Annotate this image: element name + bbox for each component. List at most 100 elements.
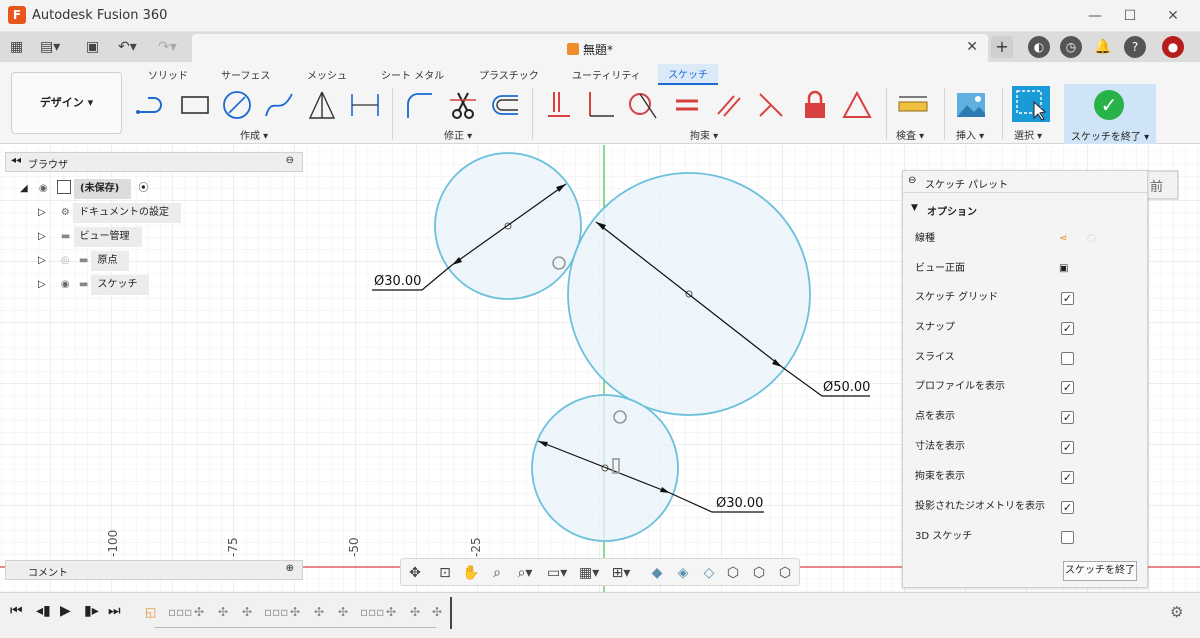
expand-arrow-icon[interactable]: ▷ [38,255,46,266]
browser-panel-header[interactable]: ◂◂ ブラウザ ⊖ [5,152,303,172]
timeline-feature-icon[interactable]: ✣ [314,605,324,619]
timeline-feature-icon[interactable]: ✣ [242,605,252,619]
visible-edges-cube-icon[interactable]: ⬡ [749,563,769,583]
options-expand-icon[interactable]: ▼ [911,203,918,213]
show-projected-checkbox[interactable]: ✓ [1061,501,1074,514]
redo-icon[interactable]: ↷▾ [158,37,177,57]
tangent-constraint-icon[interactable] [626,88,660,122]
collapse-palette-icon[interactable]: ⊖ [908,175,916,186]
zoom-icon[interactable]: ⌕ [487,563,507,583]
viewcube-face-label[interactable]: 前 [1150,179,1163,195]
notifications-icon[interactable]: 🔔 [1092,36,1114,58]
tree-item-origin[interactable]: ▷ ◎ ▬ 原点 [38,251,130,271]
tree-item-named-views[interactable]: ▷ ▬ ビュー管理 [38,227,142,247]
timeline-feature-icon[interactable]: ✣ [410,605,420,619]
show-constraints-checkbox[interactable]: ✓ [1061,471,1074,484]
timeline-feature-icon[interactable]: ✣ [290,605,300,619]
help-icon[interactable]: ? [1124,36,1146,58]
spline-tool-icon[interactable] [262,88,296,122]
user-avatar[interactable]: ● [1162,36,1184,58]
visibility-eye-icon[interactable]: ◉ [61,279,70,290]
centerline-icon[interactable]: ◌ [1087,229,1096,249]
rectangle-tool-icon[interactable] [178,88,212,122]
dimension-label-top[interactable]: Ø30.00 [374,274,421,289]
expand-arrow-icon[interactable]: ◢ [20,183,28,194]
line-tool-icon[interactable] [134,88,168,122]
show-points-checkbox[interactable]: ✓ [1061,411,1074,424]
timeline-marker[interactable] [450,597,452,629]
show-profile-checkbox[interactable]: ✓ [1061,381,1074,394]
sketch-grid-checkbox[interactable]: ✓ [1061,292,1074,305]
shaded-cube-icon[interactable]: ◆ [647,563,667,583]
pan-hand-icon[interactable]: ✋ [461,563,481,583]
dimension-label-large[interactable]: Ø50.00 [823,380,870,395]
insert-image-icon[interactable] [954,88,988,122]
file-menu-icon[interactable]: ▤▾ [40,37,60,57]
construction-line-icon[interactable]: ⋖ [1059,229,1067,249]
close-window-button[interactable]: ✕ [1158,4,1188,28]
create-group-label[interactable]: 作成 ▾ [240,127,268,142]
timeline-feature-icon[interactable]: ▫▫▫ [264,605,288,619]
select-tool-icon[interactable] [1012,86,1050,122]
tab-solid[interactable]: ソリッド [148,67,188,82]
viewports-icon[interactable]: ⊞▾ [611,563,631,583]
finish-sketch-button[interactable]: ✓ スケッチを終了 ▾ [1064,84,1156,144]
fit-zoom-icon[interactable]: ⌕▾ [515,563,535,583]
apps-grid-icon[interactable]: ▦ [10,37,23,57]
fix-lock-icon[interactable] [798,88,832,122]
timeline-feature-icon[interactable]: ✣ [218,605,228,619]
dimension-label-bottom[interactable]: Ø30.00 [716,496,763,511]
timeline-feature-icon[interactable]: ✣ [194,605,204,619]
timeline-feature-icon[interactable]: ✣ [432,605,442,619]
close-tab-icon[interactable]: ✕ [966,39,978,55]
modify-group-label[interactable]: 修正 ▾ [444,127,472,142]
tab-sketch[interactable]: スケッチ [658,64,718,85]
select-group-label[interactable]: 選択 ▾ [1014,127,1042,142]
fillet-tool-icon[interactable] [402,88,436,122]
sketch-palette-header[interactable]: ⊖ スケッチ パレット [903,171,1147,193]
job-status-icon[interactable]: ◷ [1060,36,1082,58]
tab-plastic[interactable]: プラスチック [479,67,539,82]
undo-icon[interactable]: ↶▾ [118,37,137,57]
3d-sketch-checkbox[interactable] [1061,531,1074,544]
offset-tool-icon[interactable] [488,88,522,122]
tab-surface[interactable]: サーフェス [221,67,270,82]
minimize-panel-icon[interactable]: ⊖ [286,155,294,166]
look-at-icon[interactable]: ▣ [1059,259,1068,279]
timeline-feature-icon[interactable]: ▫▫▫ [360,605,384,619]
visibility-eye-icon[interactable]: ◉ [39,183,48,194]
hidden-eye-icon[interactable]: ◎ [61,255,70,266]
timeline-feature-icon[interactable]: ✣ [386,605,396,619]
maximize-button[interactable]: ☐ [1115,4,1145,28]
shaded-edges-cube-icon[interactable]: ◈ [673,563,693,583]
options-section-header[interactable]: オプション [927,203,977,218]
workspace-switcher[interactable]: デザイン ▾ [11,72,122,134]
tree-item-sketches[interactable]: ▷ ◉ ▬ スケッチ [38,275,150,295]
triangle-constraint-icon[interactable] [840,88,874,122]
tab-mesh[interactable]: メッシュ [307,67,347,82]
show-dimensions-checkbox[interactable]: ✓ [1061,441,1074,454]
save-icon[interactable]: ▣ [86,37,99,57]
expand-arrow-icon[interactable]: ▷ [38,279,46,290]
extensions-icon[interactable]: ◐ [1028,36,1050,58]
palette-finish-sketch-button[interactable]: スケッチを終了 [1063,561,1137,581]
perpendicular-constraint-icon[interactable] [584,88,618,122]
expand-arrow-icon[interactable]: ▷ [38,231,46,242]
symmetry-constraint-icon[interactable] [754,88,788,122]
step-back-icon[interactable]: ◂▮ [36,603,51,619]
skip-end-icon[interactable]: ⏭ [108,603,121,619]
skip-start-icon[interactable]: ⏮ [10,603,23,619]
minimize-button[interactable]: — [1080,4,1110,28]
activate-radio-icon[interactable]: ⦿ [138,183,148,194]
expand-arrow-icon[interactable]: ▷ [38,207,46,218]
orbit-icon[interactable]: ✥ [405,563,425,583]
look-at-icon[interactable]: ⊡ [435,563,455,583]
tab-sheet-metal[interactable]: シート メタル [381,67,444,82]
constraints-group-label[interactable]: 拘束 ▾ [690,127,718,142]
parallel-constraint-icon[interactable] [712,88,746,122]
equal-constraint-icon[interactable] [670,88,704,122]
timeline-settings-gear-icon[interactable]: ⚙ [1170,603,1183,621]
sketch-feature-icon[interactable]: ◱ [145,605,156,619]
new-tab-button[interactable]: + [991,36,1013,58]
timeline-feature-icon[interactable]: ▫▫▫ [168,605,192,619]
